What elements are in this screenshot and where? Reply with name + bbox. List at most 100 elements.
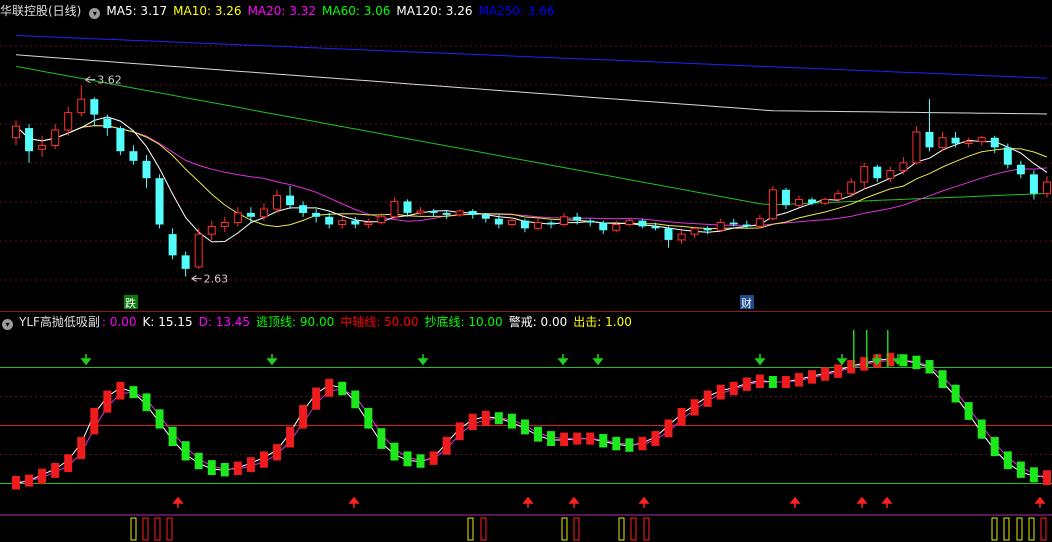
ma120-line: [15, 54, 1048, 115]
candle-body: [64, 112, 73, 131]
collapse-icon[interactable]: ▾: [2, 319, 13, 330]
d-line: [15, 359, 1048, 483]
candle-body: [1003, 147, 1012, 165]
kd-bar: [560, 432, 569, 446]
die-marker: 跌: [125, 296, 136, 310]
kd-bar: [834, 364, 843, 378]
indicator-legend: ▾ YLF高抛低吸副: 0.00 K: 15.15 D: 13.45 逃顶线: 90.0…: [0, 313, 644, 331]
kd-bar: [938, 370, 947, 388]
candle-body: [377, 216, 386, 224]
kd-bar: [77, 436, 86, 460]
kd-bar: [325, 378, 334, 397]
candle-body: [664, 228, 673, 240]
candle-body: [416, 210, 425, 214]
indicator-values: : 0.00 K: 15.15 D: 13.45 逃顶线: 90.00 中轴线: 50.…: [102, 315, 638, 329]
kd-bar: [351, 390, 360, 409]
kd-bar: [729, 381, 738, 396]
candle-body: [90, 99, 99, 115]
kd-bar: [220, 463, 229, 477]
strike-bar: [154, 517, 161, 541]
kd-bar: [442, 436, 451, 455]
kd-bar: [716, 384, 725, 400]
kd-bar: [821, 367, 830, 381]
kd-bar: [742, 377, 751, 391]
candle-body: [259, 208, 268, 218]
strike-bar: [618, 517, 625, 541]
buy-arrow: [856, 496, 868, 508]
kd-bar: [925, 360, 934, 374]
kd-bar: [246, 457, 255, 473]
candle-body: [951, 137, 960, 144]
candle-body: [651, 226, 660, 229]
kd-bar: [416, 454, 425, 468]
kd-bar: [586, 432, 595, 445]
indicator-title: YLF高抛低吸副: [19, 315, 100, 329]
ma-legend-item: MA60: 3.06: [322, 4, 391, 18]
low-arrow: [191, 275, 202, 282]
ma-legend: MA5: 3.17 MA10: 3.26 MA20: 3.32 MA60: 3.06 M…: [106, 4, 560, 18]
candle-body: [742, 224, 751, 227]
candle-body: [834, 193, 843, 200]
kd-bar: [795, 373, 803, 387]
candle-body: [286, 195, 295, 206]
buy-arrow: [881, 496, 893, 508]
candle-body: [873, 166, 882, 179]
kd-bar: [286, 426, 295, 448]
high-label: 3.62: [97, 74, 122, 87]
kd-bar: [964, 402, 973, 420]
kd-bar: [781, 376, 790, 388]
strike-bar: [1040, 517, 1047, 541]
candle-body: [768, 189, 777, 220]
strike-bar: [1003, 517, 1010, 541]
kd-bar: [534, 426, 542, 442]
candle-body: [273, 195, 281, 210]
candle-body: [716, 222, 725, 231]
chart-canvas[interactable]: 3.62 2.63 跌 财: [0, 0, 1052, 542]
kd-bar: [808, 370, 817, 384]
candle-body: [338, 220, 347, 225]
candle-body: [847, 181, 856, 195]
strike-bar: [1016, 517, 1023, 541]
candle-body: [364, 222, 373, 225]
strike-bar: [643, 517, 650, 541]
kd-bar: [377, 428, 386, 449]
buy-arrow: [348, 496, 360, 508]
candle-body: [781, 189, 790, 206]
kd-bar: [481, 410, 490, 426]
candle-body: [586, 220, 595, 223]
kd-bar: [299, 405, 308, 429]
strike-bar: [130, 517, 137, 541]
strike-bar: [480, 517, 487, 541]
candle-body: [1016, 164, 1025, 175]
candle-body: [886, 170, 895, 179]
ma250-line: [15, 35, 1048, 79]
kd-bar: [233, 461, 242, 475]
collapse-icon[interactable]: ▾: [89, 8, 101, 19]
candle-body: [1042, 181, 1051, 195]
candle-body: [938, 137, 947, 148]
kd-bar: [116, 381, 125, 400]
candle-body: [312, 212, 321, 217]
kd-bar: [677, 407, 686, 426]
candle-body: [403, 201, 412, 213]
candle-body: [168, 234, 177, 256]
sell-arrow: [754, 354, 766, 366]
kd-bar: [403, 451, 412, 467]
indicator-value: 出击: 1.00: [573, 315, 632, 329]
kd-bar: [429, 451, 438, 465]
kd-bar: [312, 387, 321, 410]
candle-body: [207, 225, 216, 235]
main-chart-legend: 华联控股(日线) ▾ MA5: 3.17 MA10: 3.26 MA20: 3.32 MA…: [0, 2, 567, 20]
kd-bar: [1029, 467, 1038, 483]
candle-body: [103, 118, 112, 129]
indicator-value: K: 15.15: [142, 315, 193, 329]
candle-body: [860, 166, 869, 183]
indicator-value: : 0.00: [101, 315, 137, 329]
candle-body: [494, 218, 503, 225]
candle-body: [1029, 174, 1038, 194]
kd-bar: [547, 431, 556, 446]
strike-bar: [561, 517, 568, 541]
buy-arrow: [638, 496, 650, 508]
kd-bar: [1016, 461, 1025, 478]
candle-body: [729, 222, 738, 225]
